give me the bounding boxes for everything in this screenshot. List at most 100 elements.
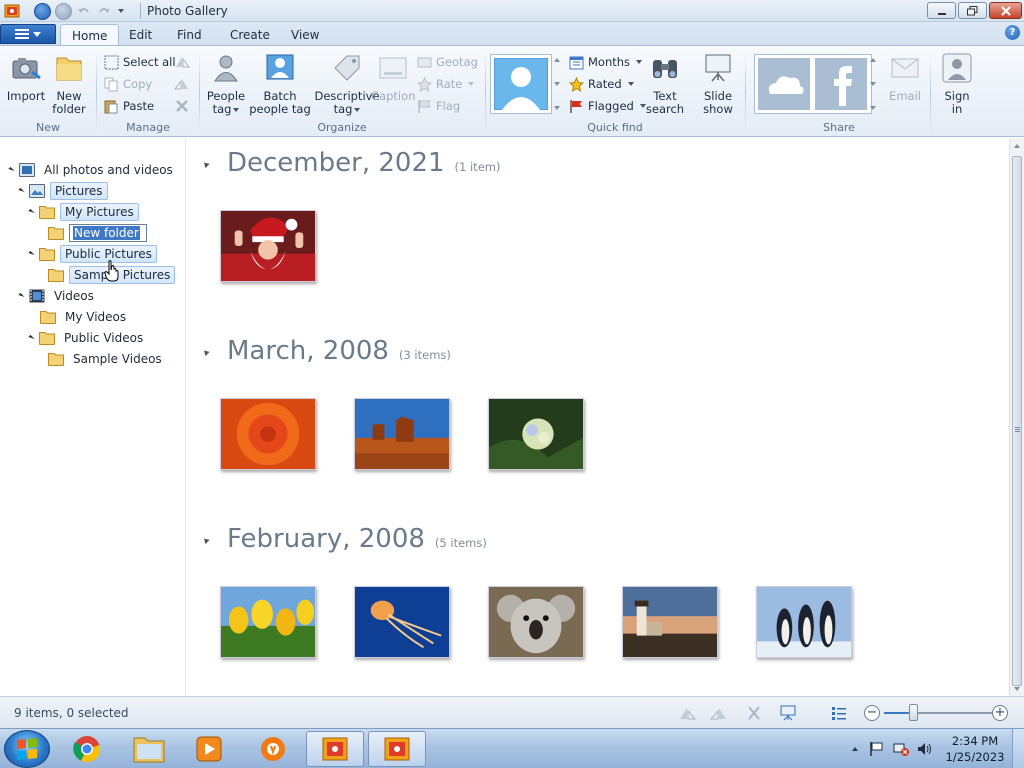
tree-item-my-videos[interactable]: My Videos (40, 307, 130, 327)
gallery-expand-icon[interactable] (870, 106, 876, 110)
taskbar-explorer[interactable] (120, 731, 178, 767)
caption-button[interactable]: Caption (371, 52, 415, 103)
tree-item-pictures[interactable]: Pictures (18, 181, 108, 201)
text-search-button[interactable]: Text search (643, 52, 687, 116)
delete-icon[interactable] (745, 705, 763, 721)
taskbar-chrome[interactable] (58, 731, 116, 767)
copy-button[interactable]: Copy (104, 74, 152, 94)
section-header-february-2008[interactable]: February, 2008 (5 items) (201, 524, 487, 554)
network-disconnected-icon[interactable] (892, 741, 910, 757)
taskbar-photo-gallery-2[interactable] (368, 731, 426, 767)
clock[interactable]: 2:34 PM 1/25/2023 (938, 733, 1012, 765)
rate-button[interactable]: Rate (417, 74, 475, 94)
expand-collapse-icon[interactable] (18, 187, 25, 195)
rotate-left-icon[interactable] (174, 54, 190, 70)
people-gallery[interactable] (490, 54, 552, 114)
months-button[interactable]: Months (569, 52, 643, 72)
import-button[interactable]: Import (6, 52, 46, 103)
close-button[interactable] (989, 2, 1022, 19)
rotate-left-icon[interactable] (678, 705, 696, 721)
paste-button[interactable]: Paste (104, 96, 154, 116)
tree-item-sample-videos[interactable]: Sample Videos (48, 349, 166, 369)
email-button[interactable]: Email (886, 52, 924, 103)
batch-people-tag-button[interactable]: Batch people tag (249, 52, 311, 116)
undo-icon[interactable] (76, 3, 92, 19)
scroll-up-icon[interactable] (870, 58, 876, 62)
geotag-button[interactable]: Geotag (417, 52, 478, 72)
tab-create[interactable]: Create (219, 24, 281, 45)
tree-item-public-videos[interactable]: Public Videos (28, 328, 147, 348)
back-icon[interactable] (34, 2, 51, 20)
slide-show-button[interactable]: Slide show (698, 52, 738, 116)
tree-item-public-pictures[interactable]: Public Pictures (28, 244, 157, 264)
expand-collapse-icon[interactable] (28, 334, 35, 342)
taskbar-media-player[interactable] (180, 731, 238, 767)
zoom-slider-thumb[interactable] (909, 704, 919, 721)
photo-thumbnail-tulips[interactable] (220, 586, 316, 658)
start-button[interactable] (4, 730, 50, 768)
zoom-in-button[interactable]: + (992, 705, 1008, 721)
expand-collapse-icon[interactable] (8, 166, 15, 174)
expand-collapse-icon[interactable] (18, 292, 25, 300)
help-icon[interactable]: ? (1005, 25, 1020, 40)
facebook-icon[interactable] (815, 58, 867, 110)
scroll-down-icon[interactable] (870, 82, 876, 86)
gallery-expand-icon[interactable] (554, 106, 560, 110)
select-all-button[interactable]: Select all (104, 52, 176, 72)
tab-home[interactable]: Home (60, 24, 120, 45)
share-gallery-scroll[interactable] (867, 54, 879, 114)
content-scrollbar[interactable] (1009, 138, 1024, 696)
share-gallery[interactable] (754, 54, 872, 114)
scroll-down-icon[interactable] (1014, 687, 1020, 691)
scroll-up-icon[interactable] (1014, 144, 1020, 148)
rotate-right-icon[interactable] (174, 76, 190, 92)
redo-icon[interactable] (96, 3, 112, 19)
tree-item-all-photos-and-videos[interactable]: All photos and videos (8, 160, 177, 180)
collapse-section-icon[interactable] (201, 160, 210, 169)
tab-view[interactable]: View (280, 24, 330, 45)
details-view-icon[interactable] (830, 705, 848, 721)
photo-thumbnail-jellyfish[interactable] (354, 586, 450, 658)
volume-icon[interactable] (916, 741, 934, 757)
action-center-flag-icon[interactable] (868, 741, 886, 757)
people-tag-button[interactable]: People tag (205, 52, 247, 116)
section-header-december-2021[interactable]: December, 2021 (1 item) (201, 148, 500, 178)
slideshow-icon[interactable] (779, 705, 797, 721)
show-desktop-button[interactable] (1012, 729, 1024, 768)
people-gallery-scroll[interactable] (551, 54, 563, 114)
rated-button[interactable]: Rated (569, 74, 634, 94)
tab-edit[interactable]: Edit (118, 24, 163, 45)
delete-icon[interactable] (174, 98, 190, 114)
scrollbar-thumb[interactable] (1012, 156, 1022, 686)
photo-thumbnail-koala[interactable] (488, 586, 584, 658)
customize-qat-icon[interactable] (118, 9, 124, 13)
photo-thumbnail-hydrangeas[interactable] (488, 398, 584, 470)
scroll-up-icon[interactable] (554, 58, 560, 62)
flagged-button[interactable]: Flagged (569, 96, 646, 116)
tab-find[interactable]: Find (166, 24, 213, 45)
tree-item-videos[interactable]: Videos (18, 286, 98, 306)
forward-icon[interactable] (55, 2, 72, 20)
show-hidden-icons-icon[interactable] (852, 747, 858, 751)
scroll-down-icon[interactable] (554, 82, 560, 86)
rotate-right-icon[interactable] (710, 705, 728, 721)
tree-item-new-folder[interactable]: New folder (48, 223, 147, 243)
expand-collapse-icon[interactable] (28, 250, 35, 258)
taskbar-avast[interactable] (244, 731, 302, 767)
photo-thumbnail-santa[interactable] (220, 210, 316, 282)
taskbar-photo-gallery-1[interactable] (306, 731, 364, 767)
expand-collapse-icon[interactable] (28, 208, 35, 216)
collapse-section-icon[interactable] (201, 348, 210, 357)
photo-gallery-app-icon[interactable] (4, 3, 20, 19)
rename-folder-input[interactable]: New folder (69, 224, 147, 242)
zoom-out-button[interactable]: − (864, 705, 880, 721)
sign-in-button[interactable]: Sign in (938, 52, 976, 116)
section-header-march-2008[interactable]: March, 2008 (3 items) (201, 336, 451, 366)
onedrive-icon[interactable] (758, 58, 810, 110)
new-folder-button[interactable]: New folder (48, 52, 90, 116)
minimize-button[interactable] (927, 2, 956, 19)
flag-button[interactable]: Flag (417, 96, 460, 116)
application-menu-button[interactable] (0, 24, 56, 44)
collapse-section-icon[interactable] (201, 536, 210, 545)
photo-thumbnail-desert[interactable] (354, 398, 450, 470)
